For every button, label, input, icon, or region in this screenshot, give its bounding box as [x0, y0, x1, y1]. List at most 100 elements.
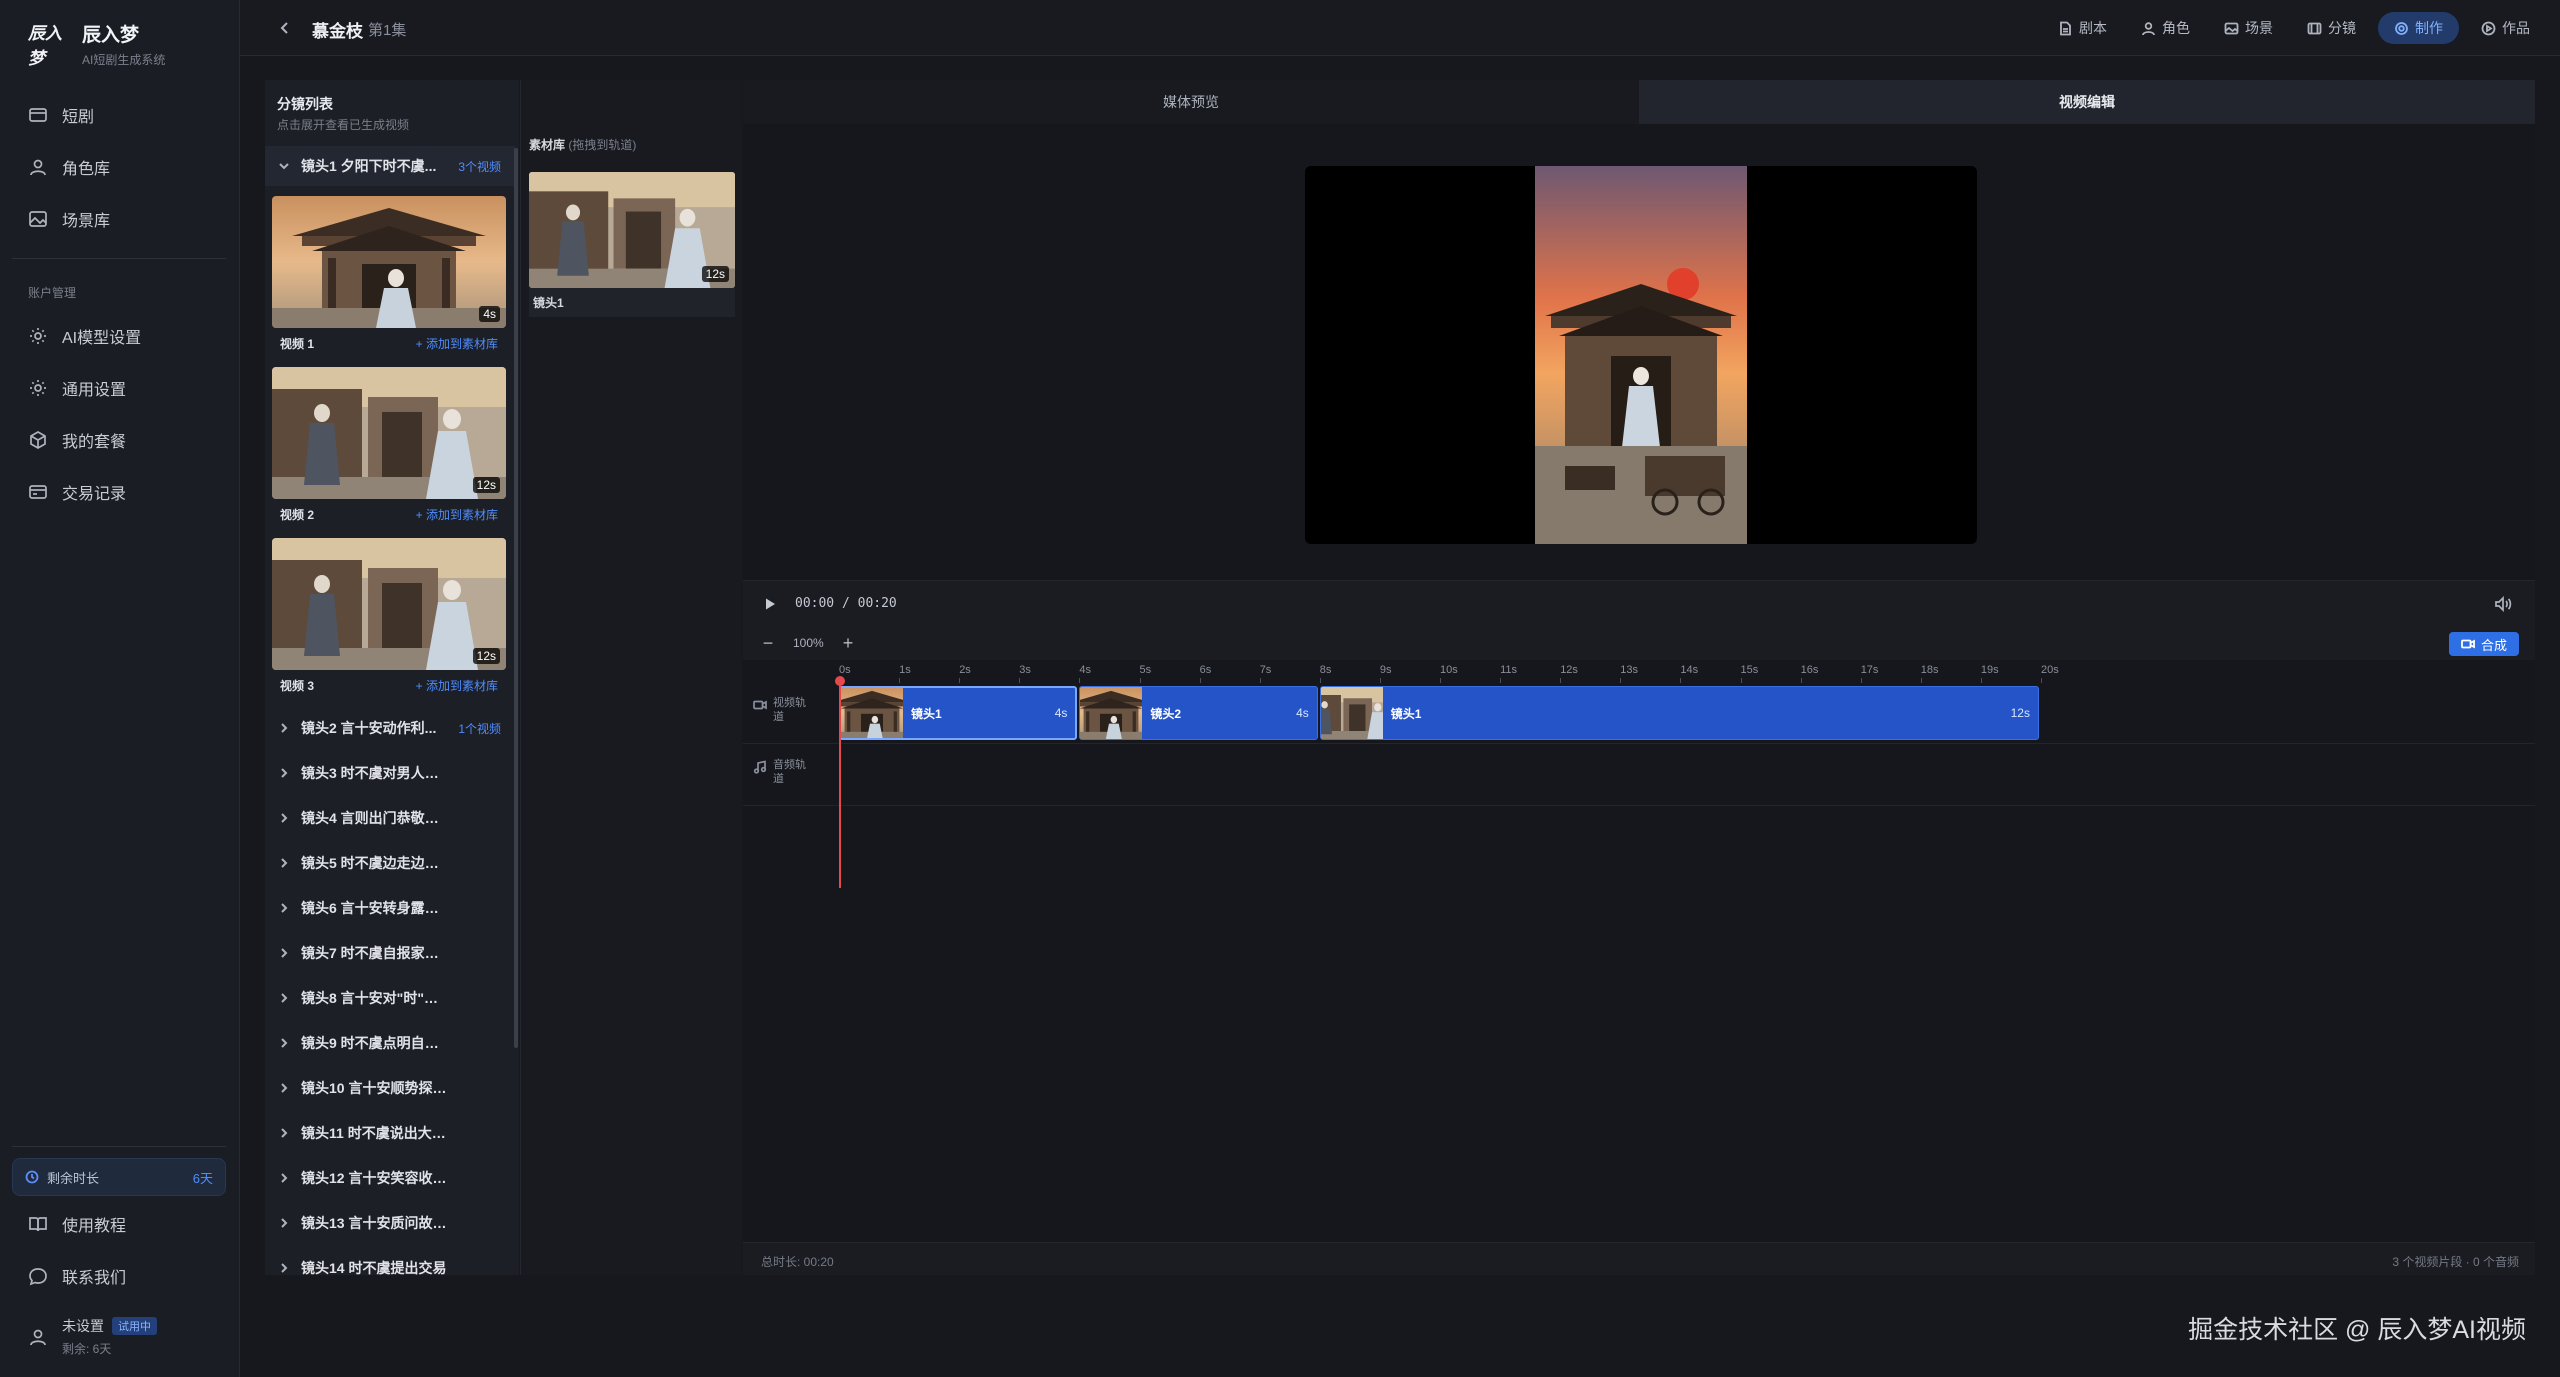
- ruler-tick: 19s: [1980, 664, 1999, 683]
- shot-header[interactable]: 镜头6 言十安转身露面，两人...: [265, 888, 515, 928]
- material-item[interactable]: 12s 镜头1: [529, 172, 735, 317]
- playhead[interactable]: [839, 680, 841, 888]
- clip-duration: 4s: [1296, 706, 1309, 720]
- nav-divider: [12, 258, 226, 259]
- sidebar-item-transactions[interactable]: 交易记录: [12, 470, 228, 514]
- duration-badge: 12s: [701, 266, 729, 282]
- ruler-tick: 8s: [1319, 664, 1332, 683]
- sidebar-item-characters[interactable]: 角色库: [12, 145, 228, 189]
- shot-header[interactable]: 镜头2 言十安动作利... 1个视频: [265, 708, 515, 748]
- clip-summary: 3 个视频片段 · 0 个音频: [2392, 1255, 2519, 1269]
- duration-badge: 4s: [479, 306, 500, 322]
- volume-icon: [2495, 595, 2512, 613]
- chevron-right-icon: [281, 813, 288, 823]
- tab-works[interactable]: 作品: [2469, 12, 2542, 44]
- compose-button[interactable]: 合成: [2448, 632, 2519, 656]
- video-track[interactable]: 视频轨道 镜头1 4s 镜头2 4s 镜头1 12s: [743, 682, 2535, 744]
- audio-track-label: 音频轨道: [753, 758, 835, 786]
- shot-label: 镜头11 时不虞说出大逆不道之言: [301, 1125, 449, 1141]
- add-to-library-button[interactable]: + 添加到素材库: [416, 506, 498, 523]
- video-thumbnail[interactable]: 12s: [272, 367, 506, 499]
- tab-video-edit[interactable]: 视频编辑: [1639, 80, 2535, 124]
- clip-thumbnail: [841, 686, 903, 740]
- shot-header-expanded[interactable]: 镜头1 夕阳下时不虞... 3个视频: [265, 146, 515, 186]
- play-icon[interactable]: [763, 597, 777, 611]
- shot-label: 镜头13 言十安质问故人身份: [301, 1215, 449, 1231]
- shot-label: 镜头9 时不虞点明自己的灾星...: [301, 1035, 449, 1051]
- chevron-right-icon: [281, 948, 288, 958]
- sidebar-item-scenes[interactable]: 场景库: [12, 197, 228, 241]
- shot-header[interactable]: 镜头4 言则出门恭敬迎接时不虞: [265, 798, 515, 838]
- timeline-clip[interactable]: 镜头1 12s: [1319, 686, 2039, 740]
- zoom-out-button[interactable]: −: [759, 634, 777, 652]
- video-preview[interactable]: [1305, 166, 1977, 544]
- video-card[interactable]: 12s 视频 3 + 添加到素材库: [272, 538, 506, 694]
- tab-label: 制作: [2415, 20, 2443, 36]
- shot-header[interactable]: 镜头8 言十安对"时"姓感到意外: [265, 978, 515, 1018]
- top-tabs: 剧本 角色 场景 分镜 制作 作品: [2046, 12, 2542, 44]
- tab-label: 分镜: [2328, 20, 2356, 36]
- add-to-library-button[interactable]: + 添加到素材库: [416, 335, 498, 352]
- audio-track[interactable]: 音频轨道: [743, 744, 2535, 806]
- sidebar-item-contact[interactable]: 联系我们: [12, 1254, 228, 1298]
- film-icon: [29, 108, 47, 122]
- shot-header[interactable]: 镜头10 言十安顺势探问灾星...: [265, 1068, 515, 1108]
- preview-frame: [1535, 166, 1747, 544]
- ruler-tick: 6s: [1199, 664, 1212, 683]
- back-button[interactable]: [274, 17, 296, 39]
- tab-scenes[interactable]: 场景: [2212, 12, 2285, 44]
- tab-characters[interactable]: 角色: [2129, 12, 2202, 44]
- tab-production[interactable]: 制作: [2378, 12, 2459, 44]
- brand-subtitle: AI短剧生成系统: [82, 53, 166, 67]
- timeline-clip[interactable]: 镜头1 4s: [839, 686, 1078, 740]
- zoom-in-button[interactable]: +: [839, 634, 857, 652]
- video-track-label: 视频轨道: [753, 696, 835, 724]
- user-name: 未设置: [62, 1318, 104, 1334]
- total-duration: 总时长: 00:20: [761, 1255, 834, 1269]
- tab-storyboard[interactable]: 分镜: [2295, 12, 2368, 44]
- material-library-panel: 素材库 (拖拽到轨道) 12s 镜头1: [520, 80, 742, 1275]
- shot-header[interactable]: 镜头5 时不虞边走边打量言宅...: [265, 843, 515, 883]
- material-thumbnail[interactable]: 12s: [529, 172, 735, 288]
- sidebar-item-label: 联系我们: [62, 1270, 127, 1287]
- shot-list-scrollbar[interactable]: [514, 148, 518, 1048]
- sidebar-item-tutorial[interactable]: 使用教程: [12, 1202, 228, 1246]
- timeline-clip[interactable]: 镜头2 4s: [1079, 686, 1318, 740]
- shot-header[interactable]: 镜头7 时不虞自报家门并随性...: [265, 933, 515, 973]
- sidebar-item-label: AI模型设置: [62, 330, 142, 347]
- brand[interactable]: 辰入梦 辰入梦 AI短剧生成系统: [28, 20, 166, 69]
- ruler-tick: 1s: [899, 664, 911, 683]
- chevron-left-icon: [280, 22, 288, 34]
- shot-label: 镜头1 夕阳下时不虞...: [301, 158, 437, 174]
- shot-header[interactable]: 镜头11 时不虞说出大逆不道之言: [265, 1113, 515, 1153]
- sidebar-item-my-plan[interactable]: 我的套餐: [12, 418, 228, 462]
- tab-script[interactable]: 剧本: [2046, 12, 2119, 44]
- shot-label: 镜头3 时不虞对男人的身姿表...: [301, 765, 449, 781]
- shot-header[interactable]: 镜头12 言十安笑容收敛，查...: [265, 1158, 515, 1198]
- sidebar-item-general-settings[interactable]: 通用设置: [12, 366, 228, 410]
- timeline-ruler[interactable]: 0s 1s 2s 3s 4s 5s 6s 7s 8s 9s 10s 11s 12s 13s 14s 15s 16…: [743, 660, 2535, 683]
- shot-header[interactable]: 镜头9 时不虞点明自己的灾星...: [265, 1023, 515, 1063]
- ruler-tick: 20s: [2041, 664, 2059, 683]
- clip-name: 镜头2: [1150, 706, 1182, 721]
- shot-header[interactable]: 镜头13 言十安质问故人身份: [265, 1203, 515, 1243]
- sidebar-item-ai-model-settings[interactable]: AI模型设置: [12, 314, 228, 358]
- user-remaining: 剩余: 6天: [62, 1342, 112, 1356]
- shot-label: 镜头5 时不虞边走边打量言宅...: [301, 855, 449, 871]
- user-profile[interactable]: 未设置 试用中 剩余: 6天: [28, 1316, 157, 1357]
- video-thumbnail[interactable]: 12s: [272, 538, 506, 670]
- nav-section-account: 账户管理: [28, 286, 77, 300]
- shot-header[interactable]: 镜头3 时不虞对男人的身姿表...: [265, 753, 515, 793]
- add-to-library-button[interactable]: + 添加到素材库: [416, 677, 498, 694]
- video-thumbnail[interactable]: 4s: [272, 196, 506, 328]
- trial-badge: 试用中: [112, 1317, 157, 1335]
- sidebar-item-dramas[interactable]: 短剧: [12, 93, 228, 137]
- video-card[interactable]: 4s 视频 1 + 添加到素材库: [272, 196, 506, 352]
- timeline-toolbar: − 100% + 合成: [743, 626, 2535, 660]
- video-card[interactable]: 12s 视频 2 + 添加到素材库: [272, 367, 506, 523]
- volume-button[interactable]: [2493, 594, 2513, 614]
- play-circle-icon: [2481, 21, 2496, 35]
- shot-header[interactable]: 镜头14 时不虞提出交易: [265, 1248, 515, 1275]
- compose-label: 合成: [2480, 637, 2507, 653]
- tab-media-preview[interactable]: 媒体预览: [743, 80, 1639, 124]
